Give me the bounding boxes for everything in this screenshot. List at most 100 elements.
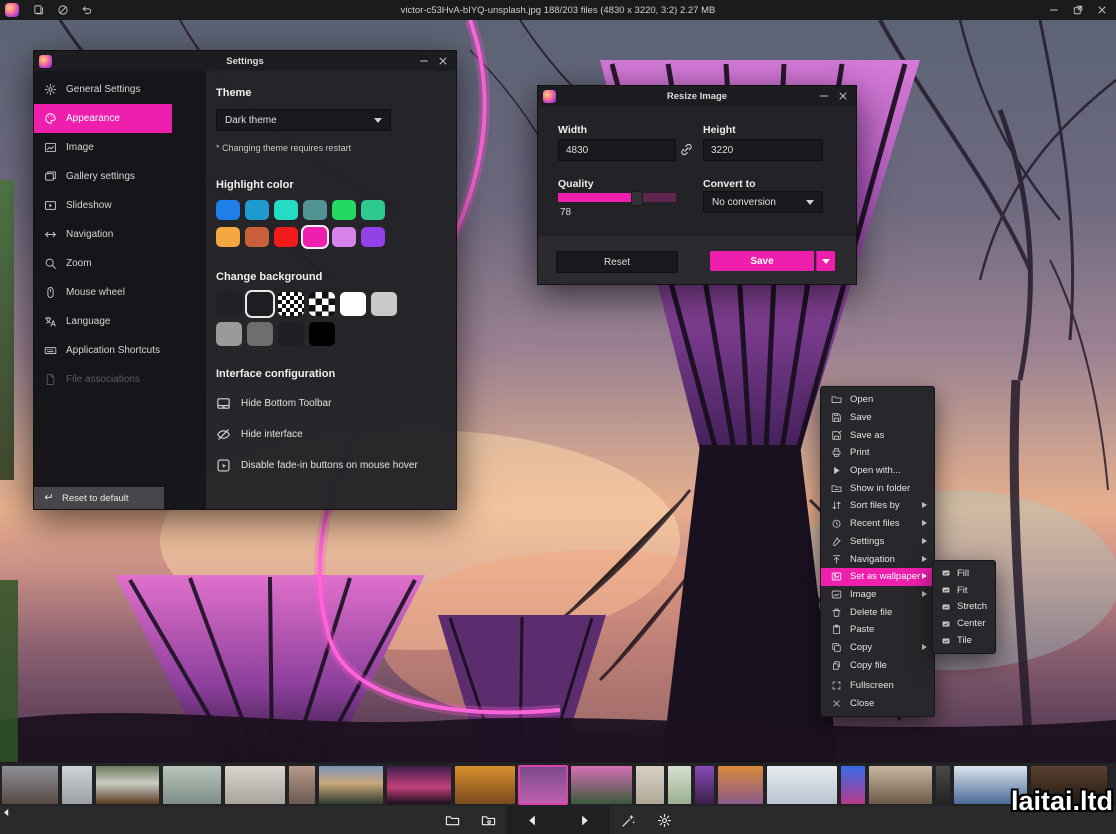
- thumbnail[interactable]: [636, 766, 664, 804]
- quality-slider[interactable]: [558, 193, 676, 202]
- menu-item-recent-files[interactable]: Recent files: [821, 515, 934, 533]
- background-swatch-checkerboard-large[interactable]: [309, 292, 335, 316]
- sidebar-item-file-associations[interactable]: File associations: [34, 365, 206, 394]
- thumbnail[interactable]: [96, 766, 159, 804]
- maximize-button[interactable]: [1066, 2, 1090, 18]
- background-swatch[interactable]: [309, 322, 335, 346]
- save-options-dropdown-button[interactable]: [816, 251, 835, 271]
- close-button[interactable]: [433, 53, 452, 69]
- menu-item-settings[interactable]: Settings: [821, 533, 934, 551]
- submenu-item-center[interactable]: Center: [933, 615, 995, 632]
- thumbnail[interactable]: [718, 766, 763, 804]
- submenu-item-stretch[interactable]: Stretch: [933, 599, 995, 616]
- thumbnail[interactable]: [2, 766, 58, 804]
- thumbnail[interactable]: [767, 766, 837, 804]
- thumbnail[interactable]: [869, 766, 932, 804]
- highlight-swatch[interactable]: [303, 200, 327, 220]
- menu-item-paste[interactable]: Paste: [821, 621, 934, 639]
- thumbnail[interactable]: [289, 766, 315, 804]
- thumbnail-scroll-left-arrow[interactable]: [1, 807, 12, 818]
- open-folder-button[interactable]: [434, 806, 470, 834]
- minimize-button[interactable]: [814, 88, 833, 104]
- menu-item-copy-file[interactable]: Copy file: [821, 656, 934, 674]
- background-swatch[interactable]: [278, 322, 304, 346]
- menu-item-set-as-wallpaper[interactable]: Set as wallpaper: [821, 568, 934, 586]
- highlight-swatch[interactable]: [361, 200, 385, 220]
- hide-bottom-toolbar-option[interactable]: Hide Bottom Toolbar: [216, 396, 448, 411]
- menu-item-open[interactable]: Open: [821, 391, 934, 409]
- sidebar-item-mouse-wheel[interactable]: Mouse wheel: [34, 278, 206, 307]
- thumbnail[interactable]: [225, 766, 285, 804]
- minimize-button[interactable]: [414, 53, 433, 69]
- highlight-swatch-selected[interactable]: [303, 227, 327, 247]
- highlight-swatch[interactable]: [216, 200, 240, 220]
- slideshow-toggle-icon[interactable]: [51, 2, 75, 18]
- submenu-item-fit[interactable]: Fit: [933, 582, 995, 599]
- menu-item-print[interactable]: Print: [821, 444, 934, 462]
- highlight-swatch[interactable]: [216, 227, 240, 247]
- close-button[interactable]: [833, 88, 852, 104]
- background-swatch[interactable]: [371, 292, 397, 316]
- background-swatch-checkerboard[interactable]: [278, 292, 304, 316]
- reset-to-default-button[interactable]: Reset to default: [34, 487, 164, 509]
- thumbnail[interactable]: [163, 766, 221, 804]
- settings-gear-button[interactable]: [646, 806, 682, 834]
- menu-item-navigation[interactable]: Navigation: [821, 550, 934, 568]
- highlight-swatch[interactable]: [361, 227, 385, 247]
- sidebar-item-zoom[interactable]: Zoom: [34, 249, 206, 278]
- close-button[interactable]: [1090, 2, 1114, 18]
- back-icon[interactable]: [75, 2, 99, 18]
- minimize-button[interactable]: [1042, 2, 1066, 18]
- quality-slider-handle[interactable]: [631, 191, 643, 206]
- background-swatch[interactable]: [247, 322, 273, 346]
- thumbnail[interactable]: [62, 766, 92, 804]
- menu-item-show-in-folder[interactable]: Show in folder: [821, 479, 934, 497]
- convert-to-dropdown[interactable]: No conversion: [703, 191, 823, 213]
- open-gallery-button[interactable]: [470, 806, 506, 834]
- thumbnail[interactable]: [319, 766, 383, 804]
- previous-image-button[interactable]: [506, 806, 558, 834]
- thumbnail[interactable]: [668, 766, 691, 804]
- link-dimensions-icon[interactable]: [679, 142, 694, 157]
- highlight-swatch[interactable]: [332, 227, 356, 247]
- sidebar-item-appearance[interactable]: Appearance: [34, 104, 172, 133]
- sidebar-item-application-shortcuts[interactable]: Application Shortcuts: [34, 336, 206, 365]
- background-swatch-selected[interactable]: [247, 292, 273, 316]
- menu-item-image[interactable]: Image: [821, 586, 934, 604]
- disable-fade-in-buttons-option[interactable]: Disable fade-in buttons on mouse hover: [216, 458, 448, 473]
- theme-dropdown[interactable]: Dark theme: [216, 109, 391, 131]
- thumbnail[interactable]: [841, 766, 865, 804]
- menu-item-delete-file[interactable]: Delete file: [821, 603, 934, 621]
- sidebar-item-navigation[interactable]: Navigation: [34, 220, 206, 249]
- thumbnail-selected[interactable]: [519, 766, 567, 804]
- highlight-swatch[interactable]: [245, 200, 269, 220]
- menu-item-close[interactable]: Close: [821, 695, 934, 713]
- highlight-swatch[interactable]: [274, 200, 298, 220]
- sidebar-item-gallery-settings[interactable]: Gallery settings: [34, 162, 206, 191]
- menu-item-copy[interactable]: Copy: [821, 639, 934, 657]
- thumbnail[interactable]: [571, 766, 632, 804]
- copy-image-icon[interactable]: [27, 2, 51, 18]
- highlight-swatch[interactable]: [274, 227, 298, 247]
- sidebar-item-slideshow[interactable]: Slideshow: [34, 191, 206, 220]
- thumbnail[interactable]: [695, 766, 714, 804]
- menu-item-fullscreen[interactable]: Fullscreen: [821, 677, 934, 695]
- sidebar-item-image[interactable]: Image: [34, 133, 206, 162]
- resize-titlebar[interactable]: Resize Image: [538, 86, 856, 106]
- submenu-item-fill[interactable]: Fill: [933, 565, 995, 582]
- background-swatch[interactable]: [216, 292, 242, 316]
- menu-item-open-with[interactable]: Open with...: [821, 462, 934, 480]
- highlight-swatch[interactable]: [332, 200, 356, 220]
- edit-wand-button[interactable]: [610, 806, 646, 834]
- width-input[interactable]: [558, 139, 676, 161]
- menu-item-save-as[interactable]: Save as: [821, 426, 934, 444]
- thumbnail[interactable]: [936, 766, 950, 804]
- sidebar-item-language[interactable]: Language: [34, 307, 206, 336]
- thumbnail[interactable]: [387, 766, 451, 804]
- reset-button[interactable]: Reset: [556, 251, 678, 273]
- height-input[interactable]: [703, 139, 823, 161]
- highlight-swatch[interactable]: [245, 227, 269, 247]
- next-image-button[interactable]: [558, 806, 610, 834]
- save-button[interactable]: Save: [710, 251, 814, 271]
- hide-interface-option[interactable]: Hide interface: [216, 427, 448, 442]
